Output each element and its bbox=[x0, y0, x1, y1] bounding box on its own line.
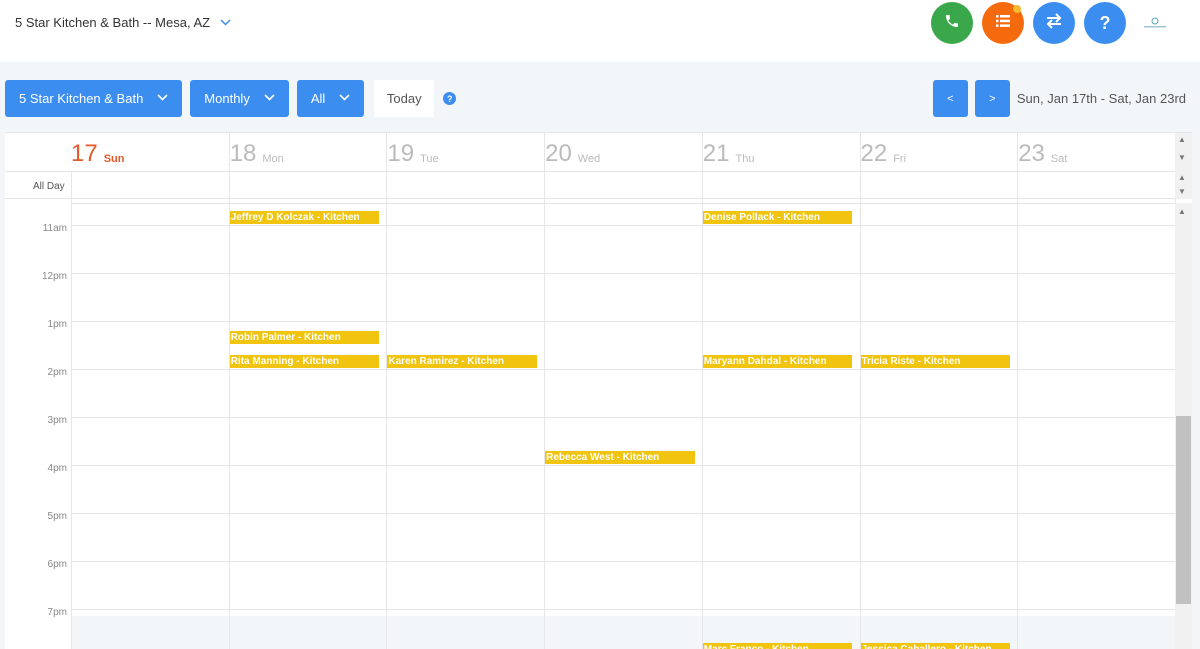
switch-button[interactable] bbox=[1033, 2, 1075, 44]
day-number: 17 bbox=[71, 140, 98, 167]
calendar-event[interactable]: Tricia Riste - Kitchen bbox=[860, 354, 1011, 368]
hour-line bbox=[71, 225, 1175, 226]
hour-label: 5pm bbox=[47, 511, 67, 522]
day-header[interactable]: 19 Tue bbox=[386, 133, 544, 171]
column-divider bbox=[701, 171, 703, 649]
day-number: 22 bbox=[860, 140, 888, 167]
view-dropdown[interactable]: Monthly bbox=[190, 80, 289, 117]
day-number: 19 bbox=[387, 140, 415, 167]
location-selector[interactable]: 5 Star Kitchen & Bath -- Mesa, AZ bbox=[15, 15, 231, 30]
hour-line bbox=[71, 417, 1175, 418]
swap-icon bbox=[1045, 12, 1063, 35]
filter-label: All bbox=[310, 91, 326, 106]
chevron-down-icon bbox=[264, 93, 275, 104]
phone-icon bbox=[944, 13, 960, 34]
calendar-event[interactable]: Karen Ramirez - Kitchen bbox=[387, 354, 538, 368]
day-header[interactable]: 18 Mon bbox=[228, 133, 387, 171]
company-label: 5 Star Kitchen & Bath bbox=[19, 91, 144, 106]
calendar-event[interactable]: Robin Palmer - Kitchen bbox=[229, 330, 380, 344]
day-name: Wed bbox=[577, 153, 601, 165]
day-header[interactable]: 22 Fri bbox=[859, 133, 1018, 171]
scroll-down-icon[interactable]: ▼ bbox=[1178, 187, 1186, 196]
day-header[interactable]: 23 Sat bbox=[1017, 133, 1175, 171]
calendar-event[interactable]: Denise Pollack - Kitchen bbox=[702, 210, 853, 224]
hour-label: 4pm bbox=[47, 463, 67, 474]
calendar-event[interactable]: Rebecca West - Kitchen bbox=[545, 450, 695, 464]
tasks-button[interactable] bbox=[982, 2, 1024, 44]
column-divider bbox=[228, 171, 230, 649]
calendar-event[interactable]: Maryann Dahdal - Kitchen bbox=[702, 354, 853, 368]
hour-label: 6pm bbox=[47, 559, 67, 570]
top-header: 5 Star Kitchen & Bath -- Mesa, AZ ? bbox=[0, 0, 1200, 62]
column-divider bbox=[71, 171, 72, 649]
scroll-down-icon[interactable]: ▼ bbox=[1178, 153, 1186, 162]
day-header[interactable]: 21 Thu bbox=[701, 133, 860, 171]
next-week-button[interactable]: > bbox=[974, 80, 1010, 117]
hour-line bbox=[71, 321, 1175, 322]
day-number: 23 bbox=[1018, 140, 1045, 167]
date-navigation: < > Sun, Jan 17th - Sat, Jan 23rd bbox=[926, 80, 1186, 117]
help-icon: ? bbox=[1099, 12, 1111, 33]
scroll-up-icon[interactable]: ▲ bbox=[1178, 207, 1186, 216]
column-divider bbox=[386, 171, 388, 649]
help-button[interactable]: ? bbox=[1084, 2, 1126, 44]
hour-line bbox=[71, 609, 1175, 610]
day-number: 18 bbox=[229, 140, 257, 167]
grid-top-line bbox=[71, 203, 1175, 204]
phone-button[interactable] bbox=[931, 2, 973, 44]
brand-logo bbox=[1140, 8, 1170, 38]
hour-line bbox=[71, 273, 1175, 274]
hour-line bbox=[71, 369, 1175, 370]
column-divider bbox=[1017, 171, 1019, 649]
scroll-up-icon[interactable]: ▲ bbox=[1178, 135, 1186, 144]
today-button[interactable]: Today bbox=[374, 80, 435, 117]
hour-label: 11am bbox=[42, 223, 67, 234]
hour-line bbox=[71, 561, 1175, 562]
calendar-toolbar: 5 Star Kitchen & Bath Monthly All Today … bbox=[5, 80, 457, 117]
chevron-down-icon bbox=[157, 93, 168, 104]
all-day-row: All Day bbox=[5, 171, 1175, 199]
calendar-event[interactable]: Jeffrey D Kolczak - Kitchen bbox=[229, 210, 380, 224]
column-divider bbox=[859, 171, 861, 649]
all-day-label: All Day bbox=[33, 181, 65, 192]
day-name: Fri bbox=[893, 153, 907, 165]
list-icon bbox=[995, 13, 1011, 34]
column-divider bbox=[544, 171, 546, 649]
hour-label: 7pm bbox=[47, 607, 67, 618]
calendar-event[interactable]: Jessica Caballero - Kitchen bbox=[860, 642, 1011, 649]
question-icon[interactable]: ? bbox=[443, 92, 457, 105]
notification-dot bbox=[1013, 5, 1021, 13]
day-header[interactable]: 17 Sun bbox=[71, 133, 229, 171]
day-name: Mon bbox=[262, 153, 284, 165]
date-range: Sun, Jan 17th - Sat, Jan 23rd bbox=[1016, 91, 1186, 106]
hour-line bbox=[71, 513, 1175, 514]
prev-week-button[interactable]: < bbox=[932, 80, 968, 117]
calendar-event[interactable]: Rita Manning - Kitchen bbox=[229, 354, 380, 368]
day-number: 21 bbox=[702, 140, 730, 167]
view-label: Monthly bbox=[204, 91, 250, 106]
hour-label: 1pm bbox=[47, 319, 67, 330]
hour-label: 3pm bbox=[47, 415, 67, 426]
day-name: Tue bbox=[420, 153, 439, 165]
scroll-up-icon[interactable]: ▲ bbox=[1178, 173, 1186, 182]
hour-line bbox=[71, 465, 1175, 466]
calendar-event[interactable]: Marc Franco - Kitchen bbox=[702, 642, 853, 649]
day-name: Sun bbox=[103, 153, 125, 165]
day-number: 20 bbox=[545, 140, 572, 167]
hour-label: 12pm bbox=[41, 271, 67, 282]
hour-label: 2pm bbox=[47, 367, 67, 378]
location-label: 5 Star Kitchen & Bath -- Mesa, AZ bbox=[15, 15, 211, 30]
day-name: Sat bbox=[1050, 153, 1068, 165]
company-dropdown[interactable]: 5 Star Kitchen & Bath bbox=[5, 80, 183, 117]
day-name: Thu bbox=[735, 153, 755, 165]
filter-dropdown[interactable]: All bbox=[296, 80, 365, 117]
week-calendar: All Day 17 Sun 18 Mon 19 Tue 20 Wed 21 Thu 22 Fri 23… bbox=[5, 132, 1192, 649]
chevron-down-icon bbox=[339, 93, 350, 104]
day-header[interactable]: 20 Wed bbox=[544, 133, 702, 171]
scrollbar-thumb[interactable] bbox=[1176, 416, 1191, 604]
chevron-down-icon bbox=[220, 17, 231, 29]
